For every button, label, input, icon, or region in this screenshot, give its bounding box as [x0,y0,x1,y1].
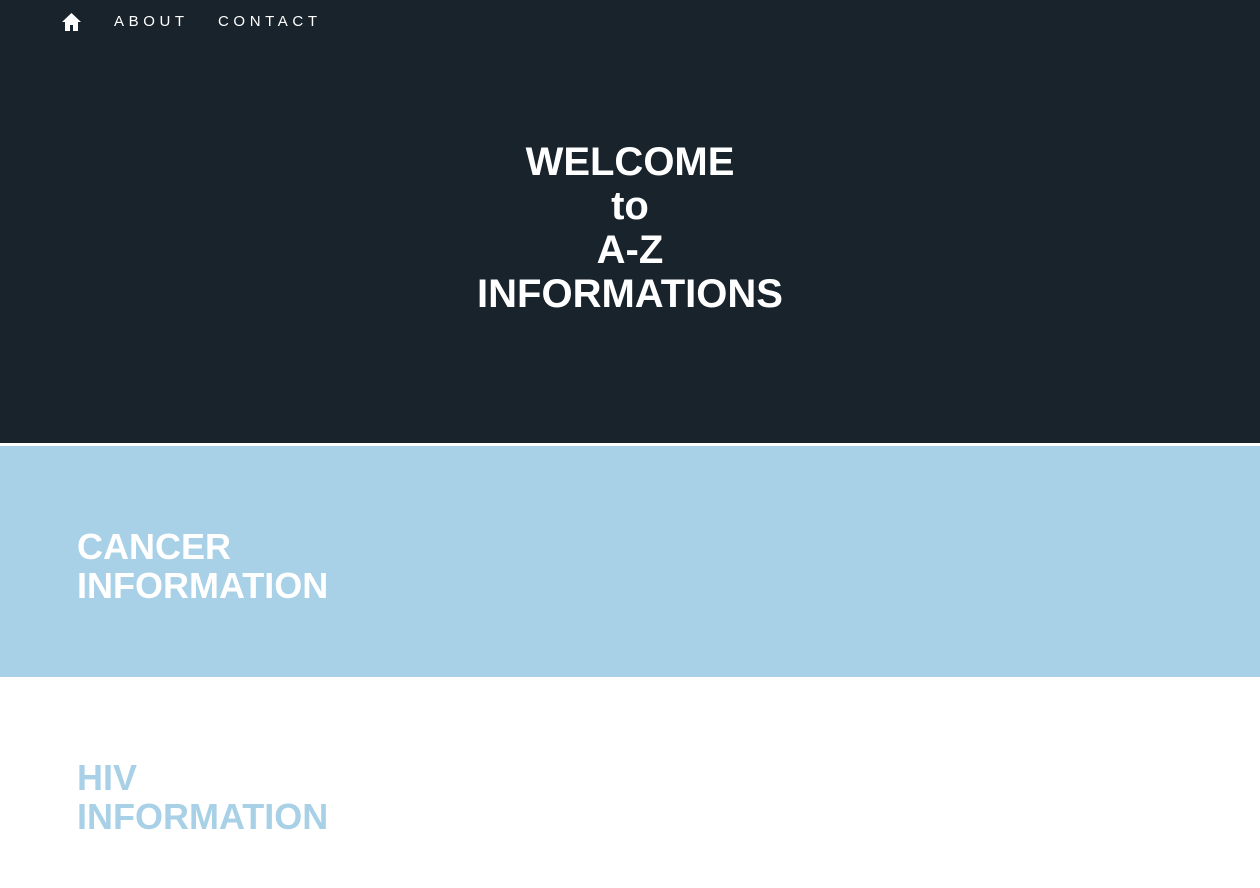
hero-title-line: INFORMATIONS [477,272,783,316]
hero-title-line: A-Z [596,228,664,272]
heading-line: INFORMATION [77,565,329,606]
hero-section: ABOUT CONTACT WELCOME to A-Z INFORMATION… [0,0,1260,443]
hero-title-line: WELCOME [525,140,735,184]
heading-line: HIV [77,757,138,798]
heading-line: INFORMATION [77,796,329,837]
hiv-information-heading[interactable]: HIV INFORMATION [77,758,328,836]
top-nav: ABOUT CONTACT [0,0,1260,44]
hero-title: WELCOME to A-Z INFORMATIONS [0,140,1260,316]
cancer-information-heading[interactable]: CANCER INFORMATION [77,527,328,605]
home-icon[interactable] [61,12,82,32]
nav-contact-link[interactable]: CONTACT [218,14,322,30]
cancer-information-section: CANCER INFORMATION [0,446,1260,677]
nav-about-link[interactable]: ABOUT [114,14,189,30]
heading-line: CANCER [77,526,232,567]
hero-title-line: to [611,184,649,228]
hiv-information-section: HIV INFORMATION [0,677,1260,888]
